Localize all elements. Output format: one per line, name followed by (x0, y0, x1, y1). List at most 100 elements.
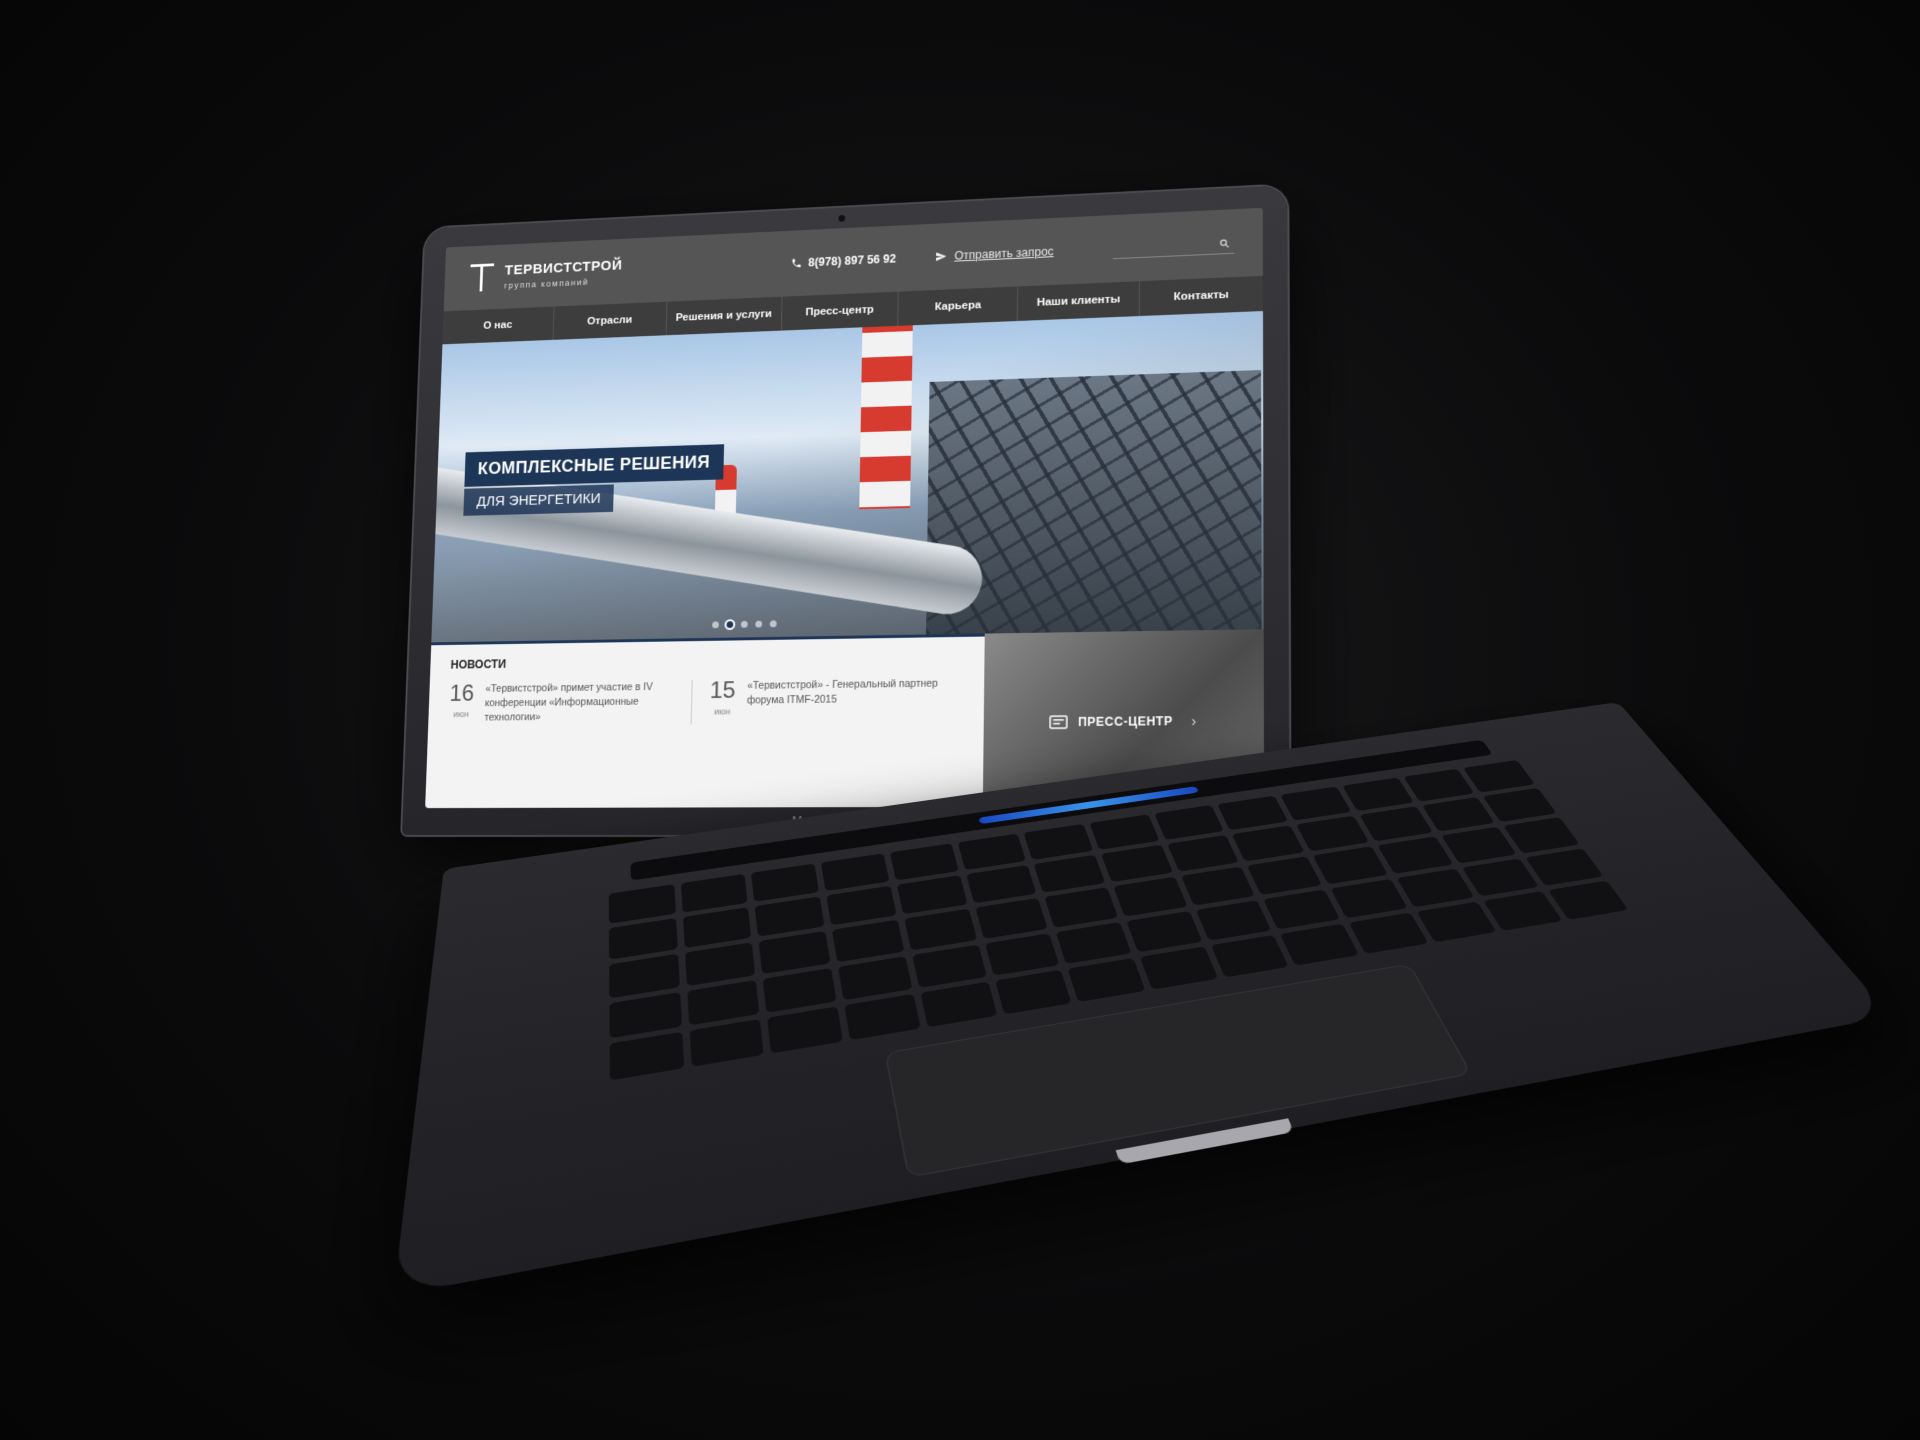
keyboard-key[interactable] (1421, 797, 1496, 832)
keyboard-key[interactable] (1482, 788, 1557, 823)
keyboard-key[interactable] (609, 954, 680, 999)
keyboard-key[interactable] (1113, 877, 1188, 917)
keyboard-key[interactable] (965, 865, 1037, 904)
nav-item-industries[interactable]: Отрасли (553, 301, 668, 340)
keyboard-key[interactable] (974, 898, 1048, 939)
keyboard-key[interactable] (1232, 825, 1305, 862)
keyboard-key[interactable] (689, 1018, 765, 1067)
keyboard-key[interactable] (1280, 786, 1352, 821)
search-field[interactable] (1112, 232, 1235, 260)
keyboard-key[interactable] (896, 875, 968, 915)
keyboard-key[interactable] (1067, 957, 1146, 1002)
keyboard-key[interactable] (1403, 768, 1475, 802)
keyboard-key[interactable] (1055, 921, 1132, 964)
keyboard-key[interactable] (686, 979, 760, 1026)
keyboard-key[interactable] (1296, 815, 1370, 852)
keyboard-key[interactable] (609, 991, 682, 1039)
hero-banner[interactable]: КОМПЛЕКСНЫЕ РЕШЕНИЯ ДЛЯ ЭНЕРГЕТИКИ (431, 311, 1264, 643)
keyboard-key[interactable] (1396, 868, 1474, 908)
keyboard-key[interactable] (1441, 826, 1517, 864)
keyboard-key[interactable] (1217, 795, 1289, 831)
keyboard-key[interactable] (1180, 866, 1256, 906)
send-request-block[interactable]: Отправить запрос (935, 245, 1054, 264)
keyboard-key[interactable] (832, 920, 905, 962)
news-item[interactable]: 15 июн «Тервистстрой» - Генеральный парт… (690, 676, 963, 725)
news-text[interactable]: «Тервистстрой» примет участие в IV конфе… (484, 680, 675, 726)
keyboard-key[interactable] (608, 918, 678, 960)
nav-item-about[interactable]: О нас (442, 306, 555, 345)
keyboard-key[interactable] (1548, 880, 1629, 920)
keyboard-key[interactable] (826, 885, 897, 926)
chimney-image (859, 311, 914, 510)
keyboard-key[interactable] (1210, 934, 1290, 978)
keyboard-key[interactable] (767, 1006, 844, 1054)
nav-item-solutions[interactable]: Решения и услуги (666, 296, 783, 336)
keyboard-key[interactable] (1330, 878, 1408, 919)
search-icon[interactable] (1219, 237, 1230, 249)
chevron-right-icon[interactable]: › (1191, 713, 1196, 729)
nav-item-contacts[interactable]: Контакты (1140, 276, 1263, 316)
nav-item-clients[interactable]: Наши клиенты (1018, 281, 1141, 321)
keyboard-key[interactable] (1139, 946, 1218, 990)
keyboard-key[interactable] (1503, 817, 1580, 854)
slider-dot[interactable] (740, 620, 748, 628)
keyboard-key[interactable] (684, 942, 756, 986)
keyboard-key[interactable] (1416, 901, 1497, 943)
keyboard-key[interactable] (838, 955, 913, 1001)
keyboard-key[interactable] (1153, 804, 1225, 841)
nav-item-career[interactable]: Карьера (898, 286, 1019, 326)
keyboard-key[interactable] (1525, 848, 1604, 886)
keyboard-key[interactable] (904, 909, 977, 951)
keyboard-key[interactable] (1482, 890, 1563, 932)
news-text[interactable]: «Тервистстрой» - Генеральный партнер фор… (746, 677, 944, 724)
keyboard-key[interactable] (1263, 889, 1341, 930)
keyboard-key[interactable] (1377, 836, 1453, 874)
keyboard-key[interactable] (821, 853, 890, 892)
keyboard-key[interactable] (1044, 887, 1119, 928)
keyboard-key[interactable] (889, 843, 959, 881)
keyboard-key[interactable] (1033, 854, 1106, 893)
slider-dot[interactable] (712, 621, 719, 629)
keyboard-key[interactable] (763, 967, 837, 1013)
keyboard-key[interactable] (911, 944, 987, 988)
keyboard-key[interactable] (1461, 858, 1540, 897)
keyboard-key[interactable] (1359, 806, 1433, 842)
keyboard-key[interactable] (755, 896, 825, 937)
keyboard-key[interactable] (759, 931, 831, 974)
search-input[interactable] (1112, 237, 1220, 254)
keyboard-key[interactable] (1126, 910, 1203, 953)
keyboard-key[interactable] (1089, 814, 1160, 850)
site-logo[interactable]: ТЕРВИСТСТРОЙ группа компаний (470, 257, 623, 292)
slider-dot[interactable] (755, 620, 763, 628)
laptop-lid: ТЕРВИСТСТРОЙ группа компаний 8(978) 897 … (402, 185, 1290, 835)
send-request-link[interactable]: Отправить запрос (954, 245, 1053, 263)
keyboard-key[interactable] (680, 873, 748, 913)
slider-dot-active[interactable] (726, 621, 734, 629)
keyboard-key[interactable] (1463, 759, 1536, 793)
keyboard-key[interactable] (1342, 777, 1414, 812)
keyboard-key[interactable] (1348, 912, 1429, 954)
keyboard-key[interactable] (609, 1031, 684, 1081)
keyboard-key[interactable] (994, 969, 1072, 1015)
keyboard-key[interactable] (1247, 856, 1323, 895)
keyboard-key[interactable] (1101, 844, 1173, 883)
keyboard-key[interactable] (957, 833, 1027, 871)
news-date-month: июн (453, 709, 470, 719)
keyboard-key[interactable] (844, 993, 921, 1041)
keyboard-key[interactable] (682, 907, 752, 949)
keyboard-key[interactable] (1023, 823, 1094, 861)
nav-item-press[interactable]: Пресс-центр (781, 291, 900, 331)
keyboard-key[interactable] (1195, 899, 1272, 941)
keyboard-key[interactable] (1167, 835, 1240, 872)
keyboard-key[interactable] (751, 863, 820, 902)
keyboard-key[interactable] (1280, 923, 1360, 966)
slider-dot[interactable] (769, 620, 777, 628)
phone-block[interactable]: 8(978) 897 56 92 (791, 252, 896, 270)
laptop-screen: ТЕРВИСТСТРОЙ группа компаний 8(978) 897 … (425, 207, 1265, 809)
keyboard-key[interactable] (984, 932, 1060, 976)
keyboard-key[interactable] (920, 981, 997, 1028)
keyboard-key[interactable] (1312, 846, 1388, 885)
keyboard-key[interactable] (608, 884, 676, 924)
news-heading: НОВОСТИ (450, 657, 507, 672)
news-item[interactable]: 16 июн «Тервистстрой» примет участие в I… (448, 680, 692, 727)
